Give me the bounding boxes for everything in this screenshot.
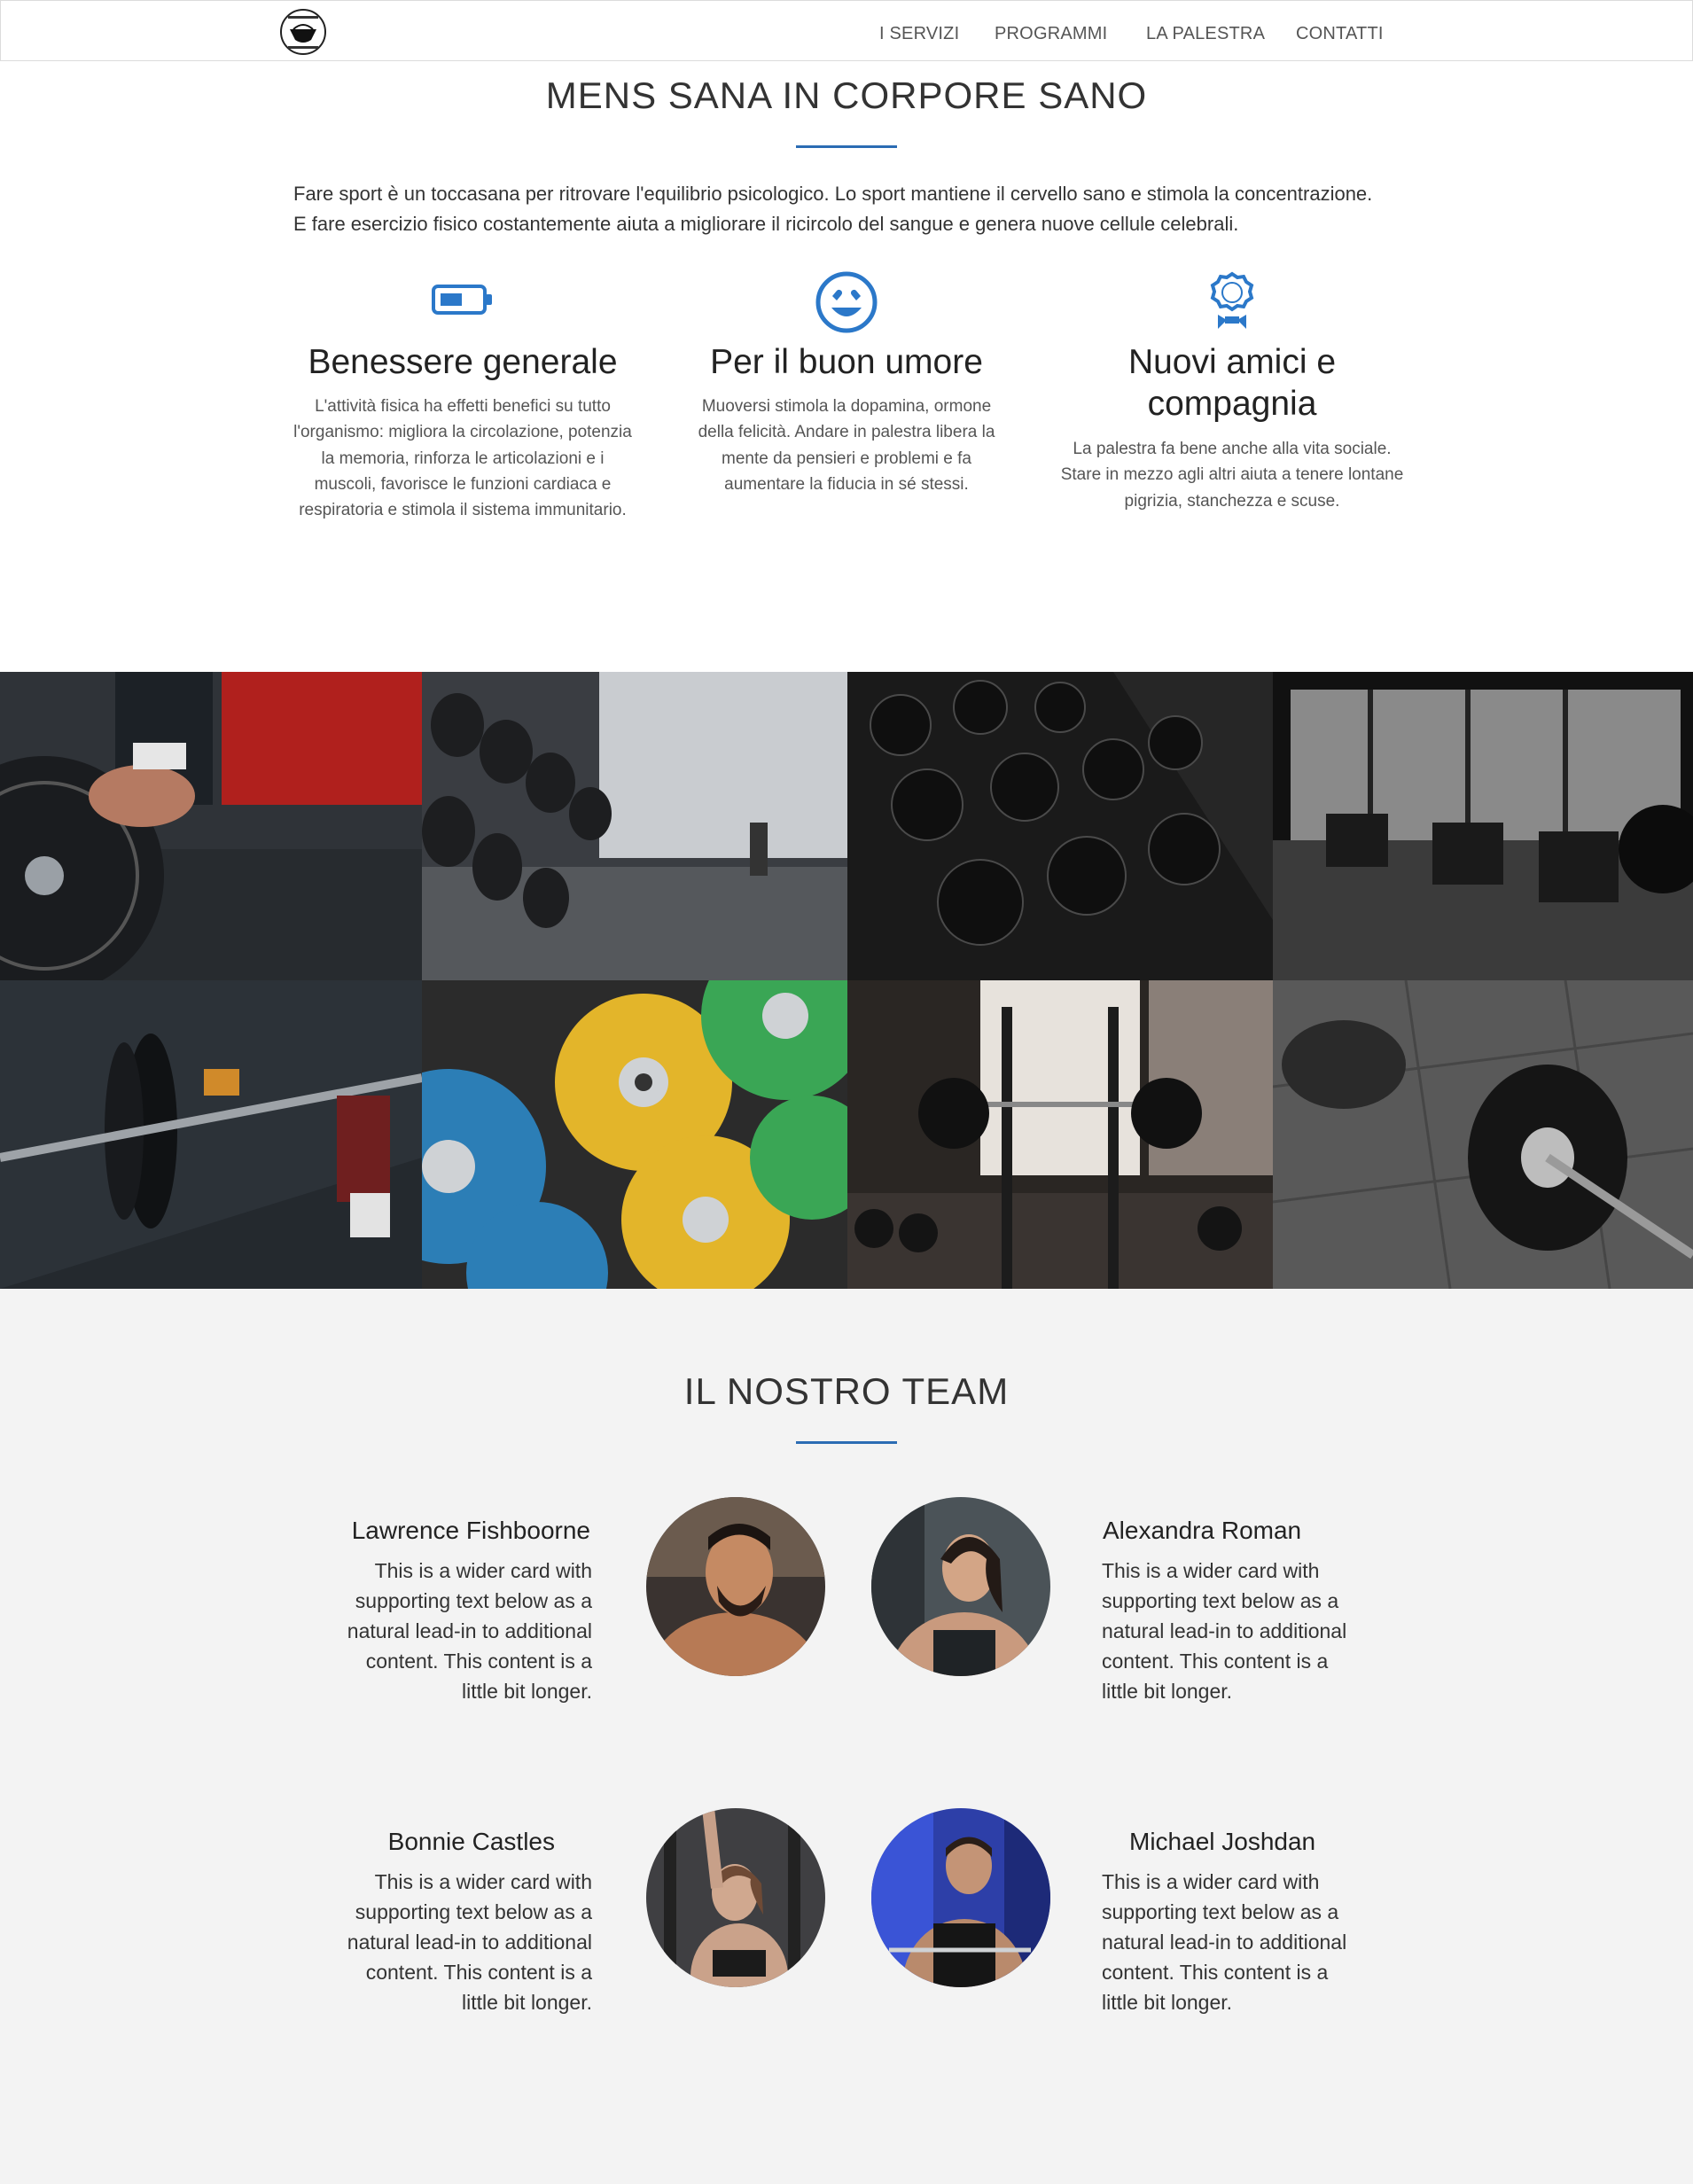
member-text-line: This is a wider card with <box>1102 1870 1320 1893</box>
award-ribbon-icon <box>1207 270 1257 337</box>
member-text-line: little bit longer. <box>461 1991 592 2014</box>
avatar-alexandra[interactable] <box>871 1497 1050 1676</box>
dumbbells-dark-photo[interactable] <box>847 672 1273 980</box>
member-text-bonnie: This is a wider card with supporting tex… <box>324 1867 592 2017</box>
member-name-bonnie: Bonnie Castles <box>387 1828 555 1855</box>
member-text-line: supporting text below as a <box>1102 1900 1339 1923</box>
battery-icon <box>431 282 495 322</box>
member-text-line: little bit longer. <box>1102 1680 1233 1703</box>
gym-logo-icon[interactable] <box>279 8 327 56</box>
member-name-michael: Michael Joshdan <box>1129 1828 1316 1855</box>
member-text-line: natural lead-in to additional <box>347 1930 592 1954</box>
member-text-michael: This is a wider card with supporting tex… <box>1102 1867 1377 2017</box>
nav-link-contatti[interactable]: CONTATTI <box>1296 24 1384 44</box>
member-text-line: This is a wider card with <box>374 1559 592 1582</box>
feature-title-benessere: Benessere generale <box>308 343 618 381</box>
team-section: IL NOSTRO TEAM Lawrence Fishboorne This … <box>0 1289 1693 2184</box>
intro-line-2: E fare esercizio fisico costantemente ai… <box>293 213 1239 235</box>
deadlift-photo[interactable] <box>0 980 422 1289</box>
feature-title-umore: Per il buon umore <box>710 343 983 381</box>
nav-link-servizi[interactable]: I SERVIZI <box>879 24 959 44</box>
smiley-heart-eyes-icon <box>815 270 878 339</box>
member-text-line: content. This content is a <box>1102 1650 1329 1673</box>
member-text-alexandra: This is a wider card with supporting tex… <box>1102 1556 1377 1706</box>
avatar-bonnie[interactable] <box>646 1808 825 1987</box>
member-text-line: little bit longer. <box>1102 1991 1233 2014</box>
feature-text-benessere: L'attività fisica ha effetti benefici su… <box>293 397 632 520</box>
barbell-plate-photo[interactable] <box>0 672 422 980</box>
member-text-line: content. This content is a <box>1102 1961 1329 1984</box>
team-title: IL NOSTRO TEAM <box>683 1370 1010 1412</box>
member-text-line: supporting text below as a <box>1102 1589 1339 1612</box>
about-intro: Fare sport è un toccasana per ritrovare … <box>293 179 1446 239</box>
team-title-rule <box>796 1441 897 1444</box>
dumbbell-rack-photo[interactable] <box>422 672 847 980</box>
squat-rack-photo[interactable] <box>847 980 1273 1289</box>
gym-interior-bw-photo[interactable] <box>1273 672 1693 980</box>
member-text-line: natural lead-in to additional <box>1102 1619 1347 1642</box>
intro-line-1: Fare sport è un toccasana per ritrovare … <box>293 183 1373 205</box>
about-title-rule <box>796 145 897 148</box>
navbar: I SERVIZI PROGRAMMI LA PALESTRA CONTATTI <box>0 0 1693 61</box>
feature-title-amici: Nuovi amici e compagnia <box>1127 343 1337 423</box>
member-text-lawrence: This is a wider card with supporting tex… <box>324 1556 592 1706</box>
member-text-line: supporting text below as a <box>355 1900 592 1923</box>
member-name-alexandra: Alexandra Roman <box>1103 1517 1302 1544</box>
member-text-line: supporting text below as a <box>355 1589 592 1612</box>
nav-link-palestra[interactable]: LA PALESTRA <box>1146 24 1265 44</box>
member-name-lawrence: Lawrence Fishboorne <box>351 1517 590 1544</box>
member-text-line: content. This content is a <box>365 1961 592 1984</box>
feature-text-amici: La palestra fa bene anche alla vita soci… <box>1060 440 1404 511</box>
member-text-line: natural lead-in to additional <box>1102 1930 1347 1954</box>
member-text-line: little bit longer. <box>461 1680 592 1703</box>
avatar-michael[interactable] <box>871 1808 1050 1987</box>
rogue-plates-photo[interactable] <box>422 980 847 1289</box>
nav-link-programmi[interactable]: PROGRAMMI <box>995 24 1107 44</box>
member-text-line: This is a wider card with <box>1102 1559 1320 1582</box>
member-text-line: content. This content is a <box>365 1650 592 1673</box>
member-text-line: natural lead-in to additional <box>347 1619 592 1642</box>
photo-gallery <box>0 672 1693 1289</box>
avatar-lawrence[interactable] <box>646 1497 825 1676</box>
barbell-floor-bw-photo[interactable] <box>1273 980 1693 1289</box>
member-text-line: This is a wider card with <box>374 1870 592 1893</box>
feature-text-umore: Muoversi stimola la dopamina, ormone del… <box>698 397 995 494</box>
about-title: MENS SANA IN CORPORE SANO <box>545 74 1148 116</box>
